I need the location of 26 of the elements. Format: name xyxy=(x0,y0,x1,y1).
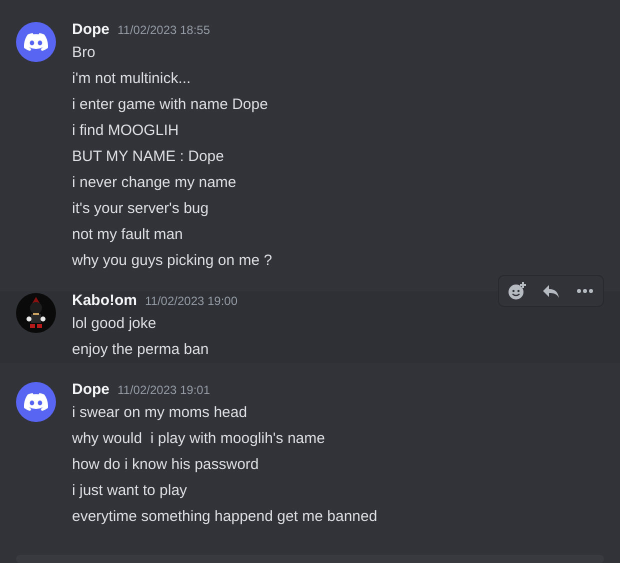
timestamp: 11/02/2023 19:01 xyxy=(118,383,210,397)
message-text: why would i play with mooglih's name xyxy=(72,429,326,449)
message-text: i'm not multinick... xyxy=(72,69,192,89)
more-icon xyxy=(577,289,593,293)
username[interactable]: Kabo!om xyxy=(72,292,137,309)
username[interactable]: Dope xyxy=(72,21,110,38)
message-text: Bro xyxy=(72,43,96,63)
username[interactable]: Dope xyxy=(72,381,110,398)
emoji-plus-icon xyxy=(507,281,527,301)
message-text: lol good joke xyxy=(72,314,158,334)
timestamp: 11/02/2023 18:55 xyxy=(118,23,210,37)
message-text: i swear on my moms head xyxy=(72,403,248,423)
timestamp: 11/02/2023 19:00 xyxy=(145,294,238,308)
message-text: why you guys picking on me ? xyxy=(72,251,272,271)
message-text: not my fault man xyxy=(72,225,184,245)
message-text: i never change my name xyxy=(72,173,238,193)
avatar-icon[interactable] xyxy=(16,382,56,422)
message-text: BUT MY NAME : Dope xyxy=(72,147,225,167)
message-text: everytime something happend get me banned xyxy=(72,507,378,527)
message-text: enjoy the perma ban xyxy=(72,340,210,360)
avatar-icon[interactable] xyxy=(16,22,56,62)
message-text: i find MOOGLIH xyxy=(72,121,180,141)
message-text: i enter game with name Dope xyxy=(72,95,269,115)
message-text: i just want to play xyxy=(72,481,188,501)
message-text: how do i know his password xyxy=(72,455,260,475)
message-text: it's your server's bug xyxy=(72,199,210,219)
